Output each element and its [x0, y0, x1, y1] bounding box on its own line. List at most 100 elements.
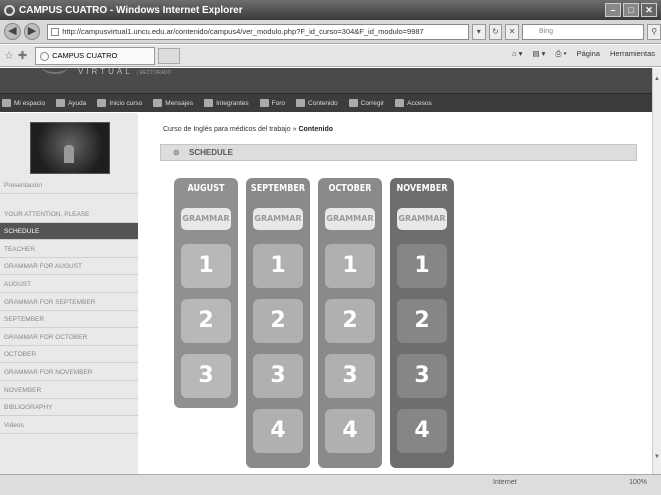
unit-button[interactable]: 2 [397, 299, 447, 343]
sidebar-item-november[interactable]: NOVEMBER [0, 382, 138, 399]
scroll-up-icon[interactable]: ▲ [654, 76, 660, 82]
security-zone: Internet [493, 479, 517, 486]
address-dropdown-button[interactable]: ▾ [471, 23, 486, 40]
web-page: VIRTUAL | RECTORADO Mi espacio Ayuda Inici… [0, 68, 652, 474]
command-bar: ⌂ ▾ ▤ ▾ ⎙ ▾ Página Herramientas [512, 49, 655, 59]
browser-window: CAMPUS CUATRO - Windows Internet Explore… [0, 0, 661, 495]
topnav-label: Contenido [308, 99, 338, 107]
close-button[interactable]: ✕ [641, 3, 657, 17]
ie-logo-icon [4, 4, 15, 16]
forward-button[interactable]: ▶ [23, 23, 41, 40]
print-icon[interactable]: ⎙ ▾ [555, 49, 566, 59]
unit-button[interactable]: 2 [181, 299, 231, 343]
section-header: ⊜ SCHEDULE [160, 144, 637, 161]
unit-button[interactable]: 1 [397, 244, 447, 288]
topnav-label: Integrantes [216, 99, 249, 107]
unit-button[interactable]: 1 [253, 244, 303, 288]
topnav-item-mi-espacio[interactable]: Mi espacio [2, 99, 45, 107]
topnav-label: Mi espacio [14, 99, 46, 107]
feeds-icon[interactable]: ▤ ▾ [532, 49, 545, 59]
month-column-august: AUGUST GRAMMAR 1 2 3 [174, 178, 238, 408]
topnav-icon [296, 99, 306, 107]
topnav-item-accesos[interactable]: Accesos [395, 99, 432, 107]
back-button[interactable]: ◀ [4, 23, 21, 40]
unit-button[interactable]: 3 [181, 354, 231, 398]
breadcrumb-course-link[interactable]: Curso de Inglés para médicos del trabajo [163, 126, 291, 133]
banner-virtual: VIRTUAL [78, 68, 133, 76]
unit-button[interactable]: 4 [325, 409, 375, 453]
topnav-icon [2, 99, 11, 107]
sidebar-item-schedule[interactable]: SCHEDULE [0, 223, 138, 240]
sidebar-item-september[interactable]: SEPTEMBER [0, 311, 138, 328]
topnav-item-corregir[interactable]: Corregir [348, 99, 385, 107]
unit-button[interactable]: 4 [397, 409, 447, 453]
unit-button[interactable]: 3 [253, 354, 303, 398]
grammar-button[interactable]: GRAMMAR [325, 208, 375, 230]
address-toolbar: ◀ ▶ http://campusvirtual1.uncu.edu.ar/co… [0, 20, 661, 44]
topnav-item-mensajes[interactable]: Mensajes [153, 99, 193, 107]
sidebar-item-grammar-for-october[interactable]: GRAMMAR FOR OCTOBER [0, 329, 138, 346]
sidebar-item-grammar-for-september[interactable]: GRAMMAR FOR SEPTEMBER [0, 294, 138, 311]
refresh-button[interactable]: ↻ [488, 23, 503, 40]
tab-campus-cuatro[interactable]: CAMPUS CUATRO [35, 46, 156, 65]
page-menu[interactable]: Página [577, 49, 600, 59]
page-icon [51, 27, 60, 36]
unit-button[interactable]: 1 [181, 244, 231, 288]
status-bar: Internet 100% [0, 474, 661, 495]
add-favorites-icon[interactable]: ✚ [18, 49, 27, 62]
tab-row: ☆ ✚ CAMPUS CUATRO ⌂ ▾ ▤ ▾ ⎙ ▾ Página Her… [0, 45, 661, 67]
favorites-star-icon[interactable]: ☆ [4, 49, 14, 62]
topnav-icon [153, 99, 163, 107]
search-input[interactable]: Bing [521, 23, 645, 40]
topnav-item-inicio-curso[interactable]: Inicio curso [97, 99, 142, 107]
sidebar-item-grammar-for-august[interactable]: GRAMMAR FOR AUGUST [0, 258, 138, 275]
home-icon[interactable]: ⌂ ▾ [512, 49, 522, 59]
topnav-label: Accesos [407, 99, 432, 107]
topnav-item-ayuda[interactable]: Ayuda [56, 99, 86, 107]
tools-menu[interactable]: Herramientas [610, 49, 655, 59]
month-heading: AUGUST [187, 183, 225, 194]
scroll-down-icon[interactable]: ▼ [654, 454, 660, 460]
address-bar[interactable]: http://campusvirtual1.uncu.edu.ar/conten… [47, 23, 469, 40]
topnav-icon [204, 99, 214, 107]
minimize-button[interactable]: – [605, 3, 621, 17]
topnav-item-foro[interactable]: Foro [259, 99, 285, 107]
unit-button[interactable]: 2 [253, 299, 303, 343]
grammar-button[interactable]: GRAMMAR [181, 208, 231, 230]
topnav-label: Mensajes [165, 99, 194, 107]
title-bar: CAMPUS CUATRO - Windows Internet Explore… [0, 0, 661, 20]
sidebar-item-bibliography[interactable]: BIBLIOGRAPHY [0, 399, 138, 416]
sidebar-item-videos[interactable]: Videos [0, 417, 138, 434]
topnav-item-integrantes[interactable]: Integrantes [204, 99, 249, 107]
month-heading: NOVEMBER [396, 183, 448, 194]
topnav-item-contenido[interactable]: Contenido [296, 99, 338, 107]
unit-button[interactable]: 3 [397, 354, 447, 398]
logo-swoosh [42, 68, 68, 74]
grammar-button[interactable]: GRAMMAR [253, 208, 303, 230]
topnav-label: Inicio curso [109, 99, 143, 107]
maximize-button[interactable]: □ [623, 3, 639, 17]
chevron-icon: ⊜ [173, 148, 180, 157]
topnav-icon [348, 99, 358, 107]
sidebar-item-your-attention-please[interactable]: YOUR ATTENTION, PLEASE [0, 206, 138, 223]
sidebar-item-presentaci-n[interactable]: Presentación [0, 177, 138, 194]
sidebar-item-grammar-for-november[interactable]: GRAMMAR FOR NOVEMBER [0, 364, 138, 381]
new-tab-button[interactable] [158, 47, 181, 64]
sidebar-item-october[interactable]: OCTOBER [0, 346, 138, 363]
sidebar-item-teacher[interactable]: TEACHER [0, 241, 138, 258]
sidebar: Presentación YOUR ATTENTION, PLEASE SCHEDU… [0, 113, 138, 474]
unit-button[interactable]: 1 [325, 244, 375, 288]
sidebar-item-august[interactable]: AUGUST [0, 276, 138, 293]
topnav-label: Corregir [360, 99, 385, 107]
grammar-button[interactable]: GRAMMAR [397, 208, 447, 230]
vertical-scrollbar[interactable]: ▲ ▼ [652, 68, 661, 474]
site-banner: VIRTUAL | RECTORADO [0, 68, 652, 93]
unit-button[interactable]: 4 [253, 409, 303, 453]
unit-button[interactable]: 3 [325, 354, 375, 398]
unit-button[interactable]: 2 [325, 299, 375, 343]
zoom-level[interactable]: 100% [629, 479, 647, 486]
search-icon[interactable]: ⚲ [647, 23, 661, 40]
month-column-october: OCTOBER GRAMMAR 1 2 3 4 [318, 178, 382, 468]
breadcrumb-current: Contenido [298, 126, 334, 133]
stop-button[interactable]: ✕ [505, 23, 519, 40]
